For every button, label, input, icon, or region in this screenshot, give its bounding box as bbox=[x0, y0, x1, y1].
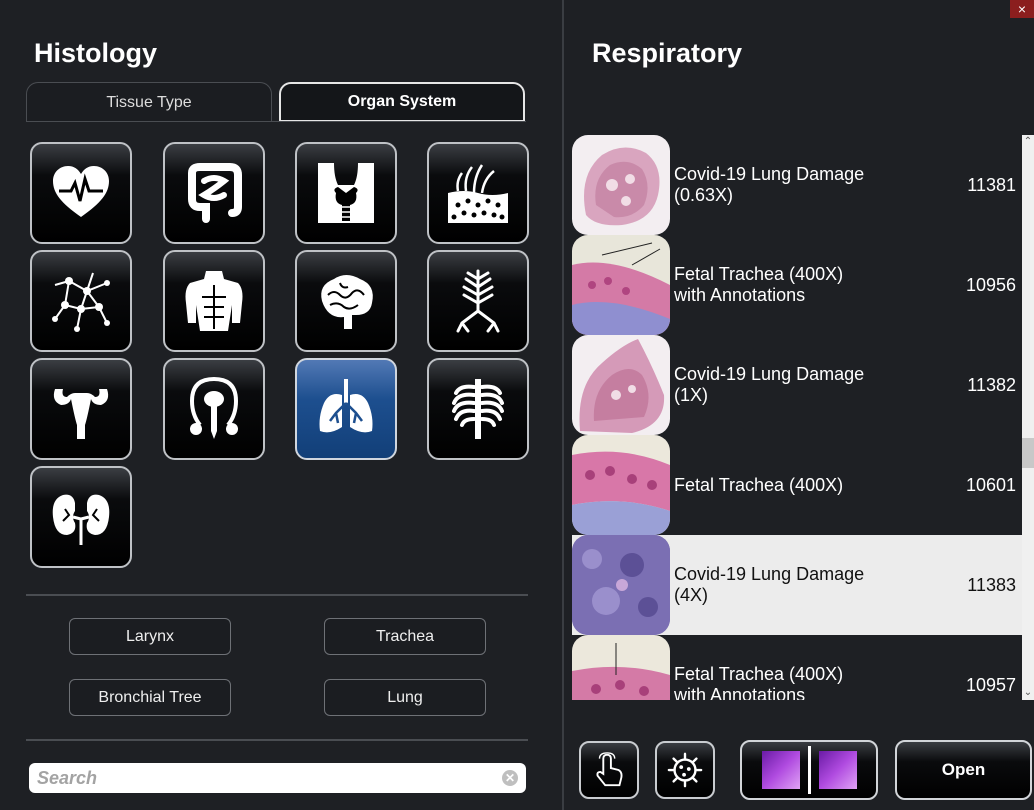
right-panel: Respiratory × Covid-19 Lung Damage (0.63X… bbox=[564, 0, 1034, 810]
clear-icon[interactable]: ✕ bbox=[502, 770, 518, 786]
scroll-up-icon[interactable]: ⌃ bbox=[1022, 135, 1034, 149]
skin-icon bbox=[448, 164, 508, 223]
slide-name: Fetal Trachea (400X) with Annotations bbox=[674, 664, 844, 700]
list-item[interactable]: Covid-19 Lung Damage (1X) 11382 bbox=[572, 335, 1022, 435]
subcategory-larynx-button[interactable]: Larynx bbox=[69, 618, 231, 655]
bronchial-tree-icon bbox=[456, 269, 500, 333]
divider-bottom bbox=[26, 739, 528, 741]
slide-thumbnail bbox=[572, 635, 670, 700]
left-panel: Histology Tissue Type Organ System Laryn… bbox=[0, 0, 562, 810]
slide-thumbnail bbox=[572, 535, 670, 635]
slide-thumbnail bbox=[572, 435, 670, 535]
intestine-icon bbox=[188, 163, 242, 223]
slide-id: 10957 bbox=[965, 674, 1016, 695]
lungs-icon bbox=[319, 379, 373, 433]
virus-icon bbox=[667, 752, 703, 788]
virus-filter-button[interactable] bbox=[655, 741, 715, 799]
slide-name: Covid-19 Lung Damage (1X) bbox=[674, 364, 865, 405]
compare-separator bbox=[807, 746, 811, 794]
scroll-thumb[interactable] bbox=[1022, 438, 1034, 468]
slide-id: 10601 bbox=[965, 474, 1016, 495]
compare-icon bbox=[761, 751, 800, 789]
male-reproductive-icon bbox=[189, 377, 239, 439]
compare-button[interactable] bbox=[740, 740, 878, 800]
slide-name: Fetal Trachea (400X) bbox=[674, 474, 844, 495]
search-input[interactable] bbox=[37, 767, 502, 789]
organ-nervous-button[interactable] bbox=[295, 250, 397, 352]
slide-thumbnail bbox=[572, 135, 670, 235]
list-item[interactable]: Fetal Trachea (400X) 10601 bbox=[572, 435, 1022, 535]
organ-integumentary-button[interactable] bbox=[427, 142, 529, 244]
slide-name: Covid-19 Lung Damage (0.63X) bbox=[674, 164, 865, 205]
app-title: Histology bbox=[34, 38, 158, 68]
muscle-icon bbox=[185, 271, 243, 331]
list-item[interactable]: Fetal Trachea (400X) with Annotations 109… bbox=[572, 635, 1022, 700]
brain-icon bbox=[321, 275, 373, 329]
tab-underline bbox=[26, 121, 526, 122]
slide-thumbnail bbox=[572, 335, 670, 435]
organ-endocrine-button[interactable] bbox=[295, 142, 397, 244]
slide-name: Covid-19 Lung Damage (4X) bbox=[674, 564, 865, 605]
organ-female-reproductive-button[interactable] bbox=[30, 358, 132, 460]
organ-muscular-button[interactable] bbox=[163, 250, 265, 352]
kidneys-icon bbox=[52, 494, 110, 545]
organ-male-reproductive-button[interactable] bbox=[163, 358, 265, 460]
subcategory-lung-button[interactable]: Lung bbox=[324, 679, 486, 716]
touch-hand-icon bbox=[596, 752, 623, 787]
tab-tissue-type[interactable]: Tissue Type bbox=[26, 82, 272, 122]
ribcage-icon bbox=[452, 379, 504, 439]
thyroid-icon bbox=[318, 163, 374, 223]
subcategory-trachea-button[interactable]: Trachea bbox=[324, 618, 486, 655]
organ-digestive-button[interactable] bbox=[163, 142, 265, 244]
list-item[interactable]: Fetal Trachea (400X) with Annotations 109… bbox=[572, 235, 1022, 335]
section-title: Respiratory bbox=[592, 38, 743, 68]
organ-respiratory-button[interactable] bbox=[295, 358, 397, 460]
tab-organ-system[interactable]: Organ System bbox=[279, 82, 525, 122]
organ-skeletal-button[interactable] bbox=[427, 358, 529, 460]
organ-lymphatic-button[interactable] bbox=[30, 250, 132, 352]
female-reproductive-icon bbox=[53, 389, 109, 439]
slide-id: 11382 bbox=[967, 374, 1016, 395]
list-item[interactable]: Covid-19 Lung Damage (0.63X) 11381 bbox=[572, 135, 1022, 235]
list-item[interactable]: Covid-19 Lung Damage (4X) 11383 bbox=[572, 535, 1022, 635]
organ-cardiovascular-button[interactable] bbox=[30, 142, 132, 244]
touch-mode-button[interactable] bbox=[579, 741, 639, 799]
organ-urinary-button[interactable] bbox=[30, 466, 132, 568]
organ-bronchial-button[interactable] bbox=[427, 250, 529, 352]
search-box: ✕ bbox=[29, 763, 526, 793]
slide-id: 11381 bbox=[967, 174, 1016, 195]
slide-id: 11383 bbox=[967, 574, 1016, 595]
close-button[interactable]: × bbox=[1010, 0, 1034, 18]
slide-id: 10956 bbox=[965, 274, 1016, 295]
lymphatic-icon bbox=[52, 272, 110, 332]
divider-top bbox=[26, 594, 528, 596]
slide-list: Covid-19 Lung Damage (0.63X) 11381 Fetal … bbox=[572, 135, 1022, 700]
scroll-down-icon[interactable]: ⌄ bbox=[1022, 686, 1034, 700]
slide-thumbnail bbox=[572, 235, 670, 335]
open-button[interactable]: Open bbox=[895, 740, 1032, 800]
heart-icon bbox=[53, 166, 109, 217]
slide-name: Fetal Trachea (400X) with Annotations bbox=[674, 264, 844, 305]
compare-icon bbox=[818, 751, 857, 789]
subcategory-bronchial-tree-button[interactable]: Bronchial Tree bbox=[69, 679, 231, 716]
list-scrollbar[interactable]: ⌃ ⌄ bbox=[1022, 135, 1034, 700]
